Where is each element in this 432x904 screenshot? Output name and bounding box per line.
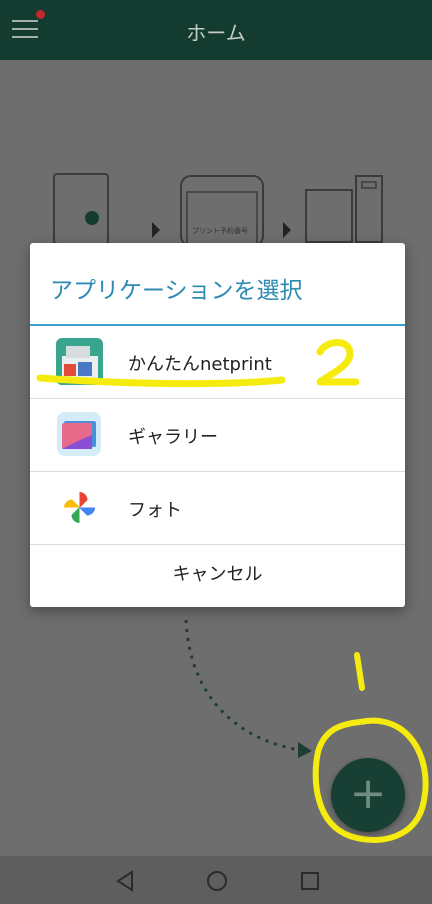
dotted-guide-arrowhead <box>298 742 312 758</box>
google-photos-icon <box>56 484 103 531</box>
phone-illustration-1 <box>53 173 109 245</box>
cancel-button[interactable]: キャンセル <box>30 543 405 607</box>
back-icon[interactable] <box>112 868 138 894</box>
system-navigation-bar <box>0 856 432 904</box>
phone-text: プリント予約番号 <box>192 226 248 235</box>
recents-icon[interactable] <box>297 868 323 894</box>
dialog-title: アプリケーションを選択 <box>50 278 303 304</box>
choose-application-dialog: アプリケーションを選択 かんたんnetprint ギャラリー フォト キャンセル <box>30 243 405 607</box>
home-icon[interactable] <box>204 868 230 894</box>
phone-illustration-2 <box>180 175 264 247</box>
phone-fab-illustration <box>85 211 99 225</box>
step-arrow-2 <box>283 222 291 238</box>
option-netprint-label: かんたんnetprint <box>128 354 272 375</box>
option-photos-label: フォト <box>128 500 182 521</box>
netprint-app-icon <box>56 338 103 385</box>
gallery-app-icon <box>56 411 103 458</box>
printer-illustration <box>305 189 353 243</box>
option-gallery[interactable]: ギャラリー <box>30 399 405 472</box>
option-photos[interactable]: フォト <box>30 472 405 545</box>
option-netprint[interactable]: かんたんnetprint <box>30 326 405 399</box>
annotation-number-1 <box>354 652 365 691</box>
step-arrow-1 <box>152 222 160 238</box>
dotted-guide-line <box>184 619 301 752</box>
option-gallery-label: ギャラリー <box>128 427 218 448</box>
add-fab-button[interactable]: + <box>331 758 405 832</box>
